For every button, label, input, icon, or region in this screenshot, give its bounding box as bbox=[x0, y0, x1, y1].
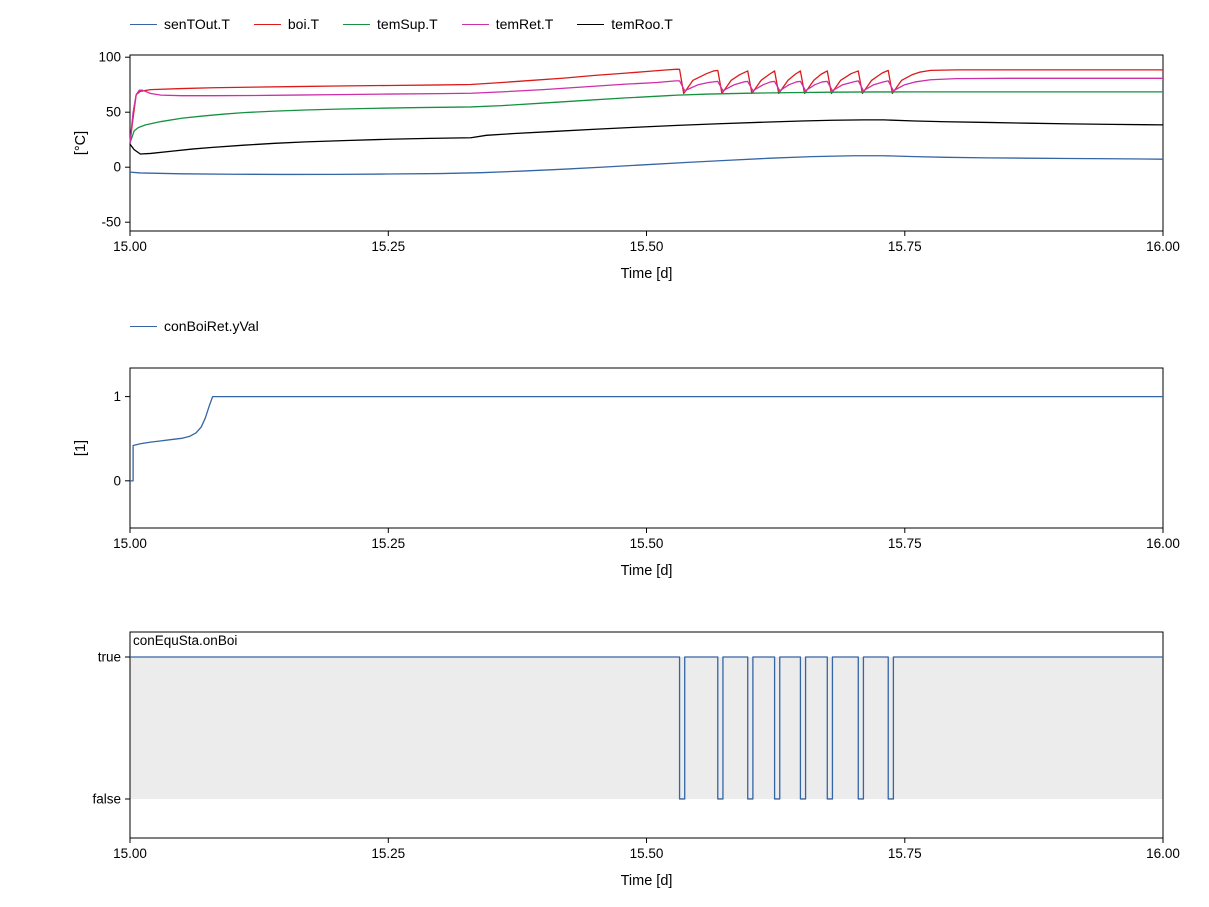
series-line-boi.T bbox=[130, 69, 1163, 143]
x-tick-label: 15.00 bbox=[113, 239, 147, 254]
legend-line-sample bbox=[254, 24, 281, 25]
x-tick-label: 15.00 bbox=[113, 846, 147, 861]
x-tick-label: 15.75 bbox=[888, 239, 922, 254]
y-axis-label: [1] bbox=[73, 440, 89, 456]
legend-label: temRet.T bbox=[496, 16, 554, 32]
legend-item-conBoiRet.yVal: conBoiRet.yVal bbox=[130, 318, 259, 334]
x-tick-label: 16.00 bbox=[1146, 239, 1180, 254]
legend-item-boi.T: boi.T bbox=[254, 16, 319, 32]
y-tick-label: true bbox=[98, 650, 121, 665]
legend-line-sample bbox=[462, 24, 489, 25]
y-axis-label: [°C] bbox=[73, 131, 89, 155]
valve-signal-chart-legend: conBoiRet.yVal bbox=[130, 316, 259, 336]
temperature-plot-area: 15.00 15.25 15.50 15.75 16.00 -50 0 50 100 Time [… bbox=[0, 40, 1209, 300]
y-tick-label: 0 bbox=[113, 160, 121, 175]
legend-label: senTOut.T bbox=[164, 16, 230, 32]
series-line-temRoo.T bbox=[130, 120, 1163, 154]
x-tick-label: 15.50 bbox=[630, 239, 664, 254]
boiler-on-plot-area: 15.00 15.25 15.50 15.75 16.00 false true Time [… bbox=[0, 615, 1209, 900]
valve-signal-plot-area: 15.00 15.25 15.50 15.75 16.00 0 1 Time [d] [1] bbox=[0, 340, 1209, 590]
legend-label: temSup.T bbox=[377, 16, 438, 32]
x-tick-label: 15.75 bbox=[888, 846, 922, 861]
x-axis-label: Time [d] bbox=[621, 873, 673, 889]
y-tick-label: 100 bbox=[98, 50, 121, 65]
x-axis-label: Time [d] bbox=[621, 266, 673, 282]
y-tick-label: 1 bbox=[113, 389, 121, 404]
x-tick-label: 15.50 bbox=[630, 846, 664, 861]
x-tick-label: 15.50 bbox=[630, 536, 664, 551]
y-tick-label: 0 bbox=[113, 473, 121, 488]
x-tick-label: 16.00 bbox=[1146, 846, 1180, 861]
temperature-chart-legend: senTOut.T boi.T temSup.T temRet.T temRoo.T bbox=[130, 14, 673, 34]
y-tick-label: 50 bbox=[106, 105, 121, 120]
legend-line-sample bbox=[130, 326, 157, 327]
legend-item-temSup.T: temSup.T bbox=[343, 16, 438, 32]
legend-line-sample bbox=[343, 24, 370, 25]
x-tick-label: 15.75 bbox=[888, 536, 922, 551]
x-tick-label: 15.25 bbox=[371, 846, 405, 861]
x-axis-label: Time [d] bbox=[621, 563, 673, 579]
y-tick-label: false bbox=[92, 792, 121, 807]
legend-item-temRet.T: temRet.T bbox=[462, 16, 554, 32]
x-tick-label: 15.25 bbox=[371, 536, 405, 551]
plot-border bbox=[130, 368, 1163, 528]
x-tick-label: 16.00 bbox=[1146, 536, 1180, 551]
x-tick-label: 15.00 bbox=[113, 536, 147, 551]
legend-item-temRoo.T: temRoo.T bbox=[577, 16, 672, 32]
x-tick-label: 15.25 bbox=[371, 239, 405, 254]
legend-line-sample bbox=[577, 24, 604, 25]
series-line-senTOut.T bbox=[130, 156, 1163, 175]
legend-item-senTOut.T: senTOut.T bbox=[130, 16, 230, 32]
series-line-conBoiRet.yVal bbox=[130, 397, 1163, 481]
simulation-plots-page: senTOut.T boi.T temSup.T temRet.T temRoo.T 1… bbox=[0, 0, 1209, 907]
legend-label: temRoo.T bbox=[611, 16, 672, 32]
inner-plot-label: conEquSta.onBoi bbox=[133, 633, 237, 648]
boolean-true-false-band bbox=[130, 657, 1163, 799]
legend-line-sample bbox=[130, 24, 157, 25]
legend-label: boi.T bbox=[288, 16, 319, 32]
series-line-temSup.T bbox=[130, 92, 1163, 143]
y-tick-label: -50 bbox=[101, 215, 121, 230]
legend-label: conBoiRet.yVal bbox=[164, 318, 259, 334]
